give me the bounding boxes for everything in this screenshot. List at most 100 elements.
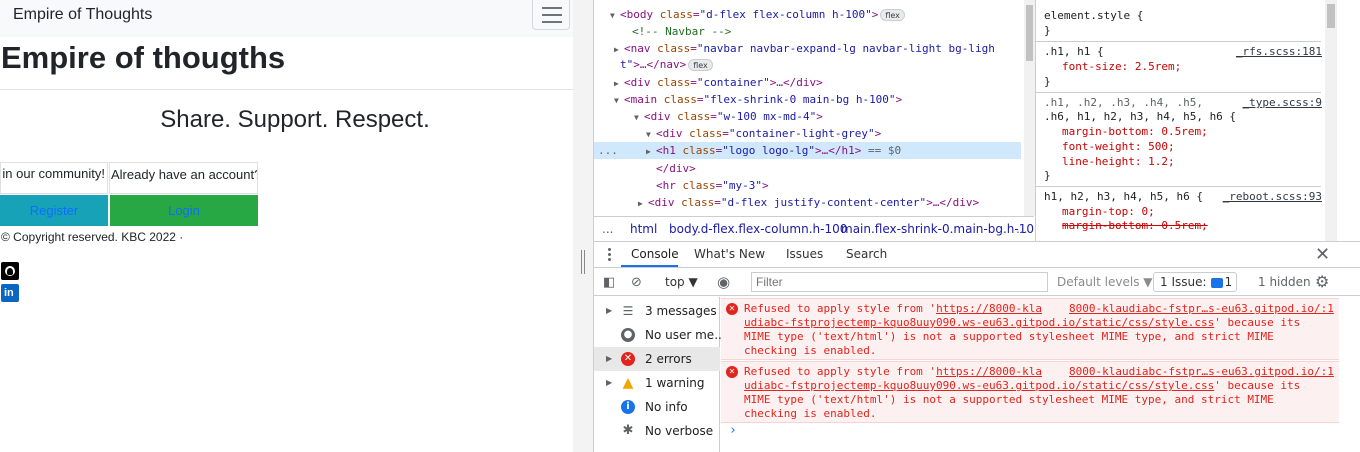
- rule1-prop[interactable]: font-size: 2.5rem;: [1062, 59, 1181, 74]
- dom-node-line[interactable]: ▶ <div class="container">…</div>: [594, 74, 1021, 91]
- rule3-selector[interactable]: h1, h2, h3, h4, h5, h6 {: [1044, 189, 1203, 204]
- message-source-link[interactable]: 8000-klaudiabc-fstpr…s-eu63.gitpod.io/:1: [1069, 365, 1334, 378]
- breadcrumb-item-html[interactable]: html: [630, 222, 657, 236]
- rule2-prop[interactable]: margin-bottom: 0.5rem;: [1062, 124, 1208, 139]
- message-source-link[interactable]: 8000-klaudiabc-fstpr…s-eu63.gitpod.io/:1: [1069, 302, 1334, 315]
- linkedin-icon[interactable]: in: [1, 284, 19, 302]
- devtools-resize-handle[interactable]: [573, 0, 594, 452]
- tab-console[interactable]: Console: [631, 247, 679, 261]
- rule2-prop[interactable]: line-height: 1.2;: [1062, 154, 1175, 169]
- more-tools-icon[interactable]: [608, 248, 611, 262]
- rule2-selector-line1[interactable]: .h1, .h2, .h3, .h4, .h5,: [1044, 95, 1203, 110]
- dom-node-line[interactable]: ▼ <div class="container-light-grey">: [594, 125, 1021, 142]
- sidebar-item-verbose[interactable]: ✱ No verbose: [594, 419, 720, 443]
- elements-scrollbar[interactable]: [1024, 0, 1035, 216]
- dom-node-line[interactable]: ▼ <div class="w-100 mx-md-4">: [594, 108, 1021, 125]
- dom-node-line[interactable]: ▼ <body class="d-flex flex-column h-100">…: [594, 6, 1021, 23]
- sidebar-item-user-messages[interactable]: ● No user me...: [594, 323, 726, 347]
- rule3-source-link[interactable]: _reboot.scss:93: [1223, 189, 1322, 204]
- login-button[interactable]: Login: [110, 195, 258, 226]
- context-selector[interactable]: top ▼: [665, 275, 698, 289]
- dom-attr-name[interactable]: class: [683, 144, 716, 157]
- sidebar-item-warnings[interactable]: ▶ ▲ 1 warning: [594, 371, 720, 395]
- dom-attr-name[interactable]: class: [664, 93, 697, 106]
- dom-attr-value[interactable]: "container-light-grey": [729, 127, 875, 140]
- expand-triangle-icon[interactable]: ▼: [610, 7, 620, 24]
- scrollbar-thumb[interactable]: [1327, 4, 1335, 28]
- dom-node-line[interactable]: ▶ <div class="d-flex justify-content-cent…: [594, 194, 1021, 211]
- dom-attr-value[interactable]: "my-3": [722, 179, 762, 192]
- dom-attr-name[interactable]: class: [681, 196, 714, 209]
- rule1-selector[interactable]: .h1, h1 {: [1044, 44, 1104, 59]
- tab-whats-new[interactable]: What's New: [694, 247, 765, 261]
- dom-node-line[interactable]: </div>: [594, 160, 1021, 177]
- breadcrumb-item-main[interactable]: main.flex-shrink-0.main-bg.h-10: [841, 222, 1034, 236]
- breadcrumb-ellipsis-right[interactable]: ...: [1016, 222, 1027, 236]
- scrollbar-thumb[interactable]: [1026, 5, 1033, 61]
- dom-attr-name[interactable]: class: [660, 8, 693, 21]
- dom-node-line[interactable]: <hr class="my-3">: [594, 177, 1021, 194]
- eye-icon[interactable]: ◉: [717, 273, 730, 291]
- element-style-selector[interactable]: element.style {: [1044, 8, 1143, 23]
- breadcrumb-ellipsis-left[interactable]: ...: [602, 222, 613, 236]
- dom-attr-value[interactable]: "container": [697, 76, 770, 89]
- sidebar-item-info[interactable]: i No info: [594, 395, 720, 419]
- github-icon[interactable]: [1, 262, 19, 280]
- breadcrumb-item-body[interactable]: body.d-flex.flex-column.h-100: [669, 222, 847, 236]
- log-levels-dropdown[interactable]: Default levels ▼: [1057, 275, 1153, 289]
- dom-attr-name[interactable]: class: [677, 110, 710, 123]
- dom-attr-name[interactable]: class: [689, 127, 722, 140]
- sidebar-toggle-icon[interactable]: ◧: [603, 275, 615, 290]
- console-prompt[interactable]: ›: [729, 423, 737, 438]
- flex-badge[interactable]: flex: [880, 9, 905, 21]
- dom-attr-value[interactable]: "navbar navbar-expand-lg navbar-light bg…: [697, 42, 995, 55]
- dom-node-line[interactable]: ... ▶ <h1 class="logo logo-lg">…</h1> == $…: [594, 142, 1021, 159]
- rule2-selector-line2[interactable]: .h6, h1, h2, h3, h4, h5, h6 {: [1044, 109, 1236, 124]
- issues-counter-button[interactable]: 1 Issue: 1: [1153, 272, 1237, 292]
- message-url[interactable]: https://8000-kla: [936, 302, 1042, 315]
- message-url[interactable]: udiabc-fstprojectemp-kquo8uuy090.ws-eu63…: [744, 379, 1214, 392]
- navbar-brand[interactable]: Empire of Thoughts: [13, 6, 152, 24]
- dom-attr-value[interactable]: "d-flex flex-column h-100": [700, 8, 872, 21]
- message-url[interactable]: https://8000-kla: [936, 365, 1042, 378]
- clear-console-icon[interactable]: ⊘: [631, 275, 642, 290]
- dom-attr-name[interactable]: class: [657, 42, 690, 55]
- expand-triangle-icon[interactable]: ▶: [638, 195, 648, 212]
- dom-attr-name[interactable]: class: [657, 76, 690, 89]
- expand-triangle-icon[interactable]: ▼: [646, 126, 656, 143]
- navbar-toggler-button[interactable]: [532, 0, 570, 30]
- dom-attr-value[interactable]: t": [620, 58, 633, 71]
- dom-attr-value[interactable]: "d-flex justify-content-center": [721, 196, 926, 209]
- dom-node-line[interactable]: ▼ <main class="flex-shrink-0 main-bg h-10…: [594, 91, 1021, 108]
- rule1-source-link[interactable]: _rfs.scss:181: [1236, 44, 1322, 59]
- tab-search[interactable]: Search: [846, 247, 887, 261]
- expand-triangle-icon[interactable]: ▶: [646, 143, 656, 160]
- close-drawer-icon[interactable]: ✕: [1315, 244, 1330, 265]
- styles-scrollbar[interactable]: [1325, 0, 1337, 241]
- rule2-source-link[interactable]: _type.scss:9: [1243, 95, 1322, 110]
- dom-node-line[interactable]: <!-- Navbar -->: [594, 23, 1021, 40]
- dom-node-line[interactable]: t">…</nav> flex: [594, 56, 1021, 73]
- sidebar-item-messages[interactable]: ▶ ☰ 3 messages: [594, 299, 720, 323]
- dom-attr-value[interactable]: "flex-shrink-0 main-bg h-100": [704, 93, 896, 106]
- node-actions-ellipsis[interactable]: ...: [598, 142, 618, 159]
- rule3-prop-overridden[interactable]: margin-bottom: 0.5rem;: [1062, 218, 1208, 233]
- message-url[interactable]: udiabc-fstprojectemp-kquo8uuy090.ws-eu63…: [744, 316, 1214, 329]
- expand-triangle-icon[interactable]: ▼: [614, 92, 624, 109]
- expand-triangle-icon[interactable]: ▶: [614, 75, 624, 92]
- flex-badge[interactable]: flex: [688, 59, 713, 71]
- dom-node-line[interactable]: ▶ <nav class="navbar navbar-expand-lg nav…: [594, 40, 1021, 57]
- filter-input[interactable]: [751, 272, 1048, 292]
- register-button[interactable]: Register: [0, 195, 108, 226]
- expand-triangle-icon[interactable]: ▼: [634, 109, 644, 126]
- dom-attr-value[interactable]: "logo logo-lg": [722, 144, 815, 157]
- tab-issues[interactable]: Issues: [786, 247, 823, 261]
- sidebar-item-errors[interactable]: ▶ ✕ 2 errors: [594, 347, 720, 371]
- console-error-message[interactable]: ✕ Refused to apply style from 'https://8…: [721, 361, 1339, 423]
- console-error-message[interactable]: ✕ Refused to apply style from 'https://8…: [721, 298, 1339, 360]
- gear-icon[interactable]: ⚙: [1315, 272, 1329, 291]
- dom-attr-value[interactable]: "w-100 mx-md-4": [717, 110, 816, 123]
- rule3-prop[interactable]: margin-top: 0;: [1062, 204, 1155, 219]
- dom-attr-name[interactable]: class: [683, 179, 716, 192]
- rule2-prop[interactable]: font-weight: 500;: [1062, 139, 1175, 154]
